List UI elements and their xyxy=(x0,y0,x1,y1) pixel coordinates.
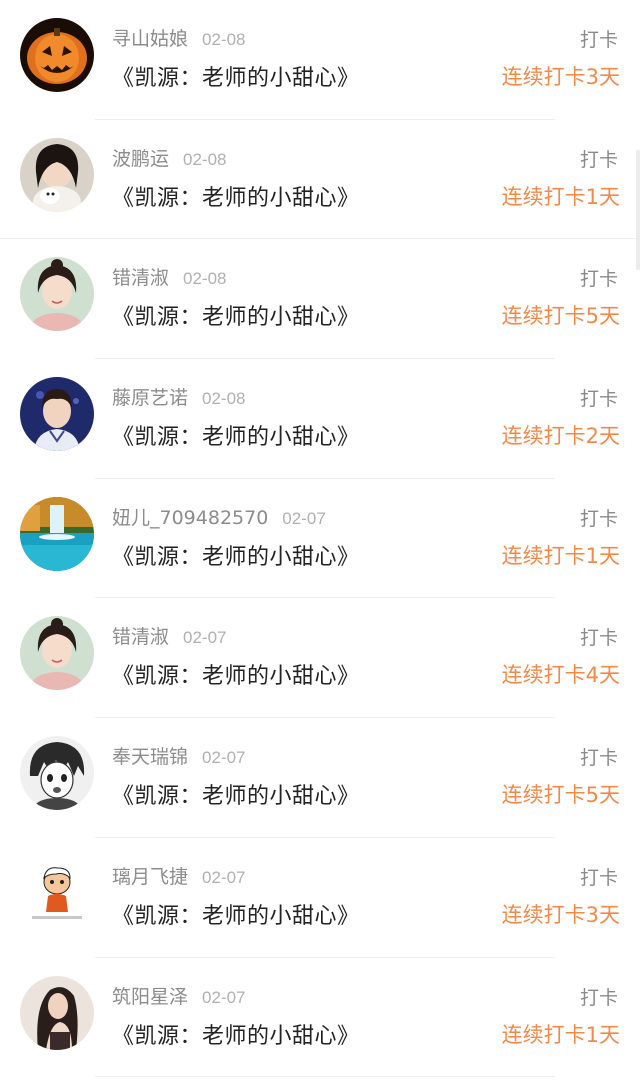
checkin-label: 打卡 xyxy=(579,866,618,889)
post-date: 02-07 xyxy=(202,748,246,768)
streak-badge: 连续打卡3天 xyxy=(501,65,620,89)
post-date: 02-08 xyxy=(183,269,227,289)
streak-badge: 连续打卡1天 xyxy=(501,543,620,568)
list-item[interactable]: 错清淑 02-07 《凯源：老师的小甜心》 打卡 连续打卡4天 xyxy=(0,598,640,718)
checkin-label: 打卡 xyxy=(579,148,618,171)
girl-with-puppy-avatar[interactable] xyxy=(20,137,94,212)
book-title[interactable]: 《凯源：老师的小甜心》 xyxy=(112,898,360,930)
user-name: 奉天瑞锦 02-07 xyxy=(112,746,246,769)
cartoon-figure-avatar[interactable] xyxy=(20,855,94,930)
list-item[interactable]: 错清淑 02-08 《凯源：老师的小甜心》 打卡 连续打卡5天 xyxy=(0,239,640,359)
book-title[interactable]: 《凯源：老师的小甜心》 xyxy=(112,60,360,92)
list-item[interactable]: 筑阳星泽 02-07 《凯源：老师的小甜心》 打卡 连续打卡1天 xyxy=(0,958,640,1078)
list-item[interactable]: 奉天瑞锦 02-07 《凯源：老师的小甜心》 打卡 连续打卡5天 xyxy=(0,718,640,838)
streak-badge: 连续打卡1天 xyxy=(501,184,620,209)
boy-portrait-avatar[interactable] xyxy=(20,377,94,452)
scrollbar[interactable] xyxy=(636,150,640,270)
checkin-label: 打卡 xyxy=(579,388,618,411)
user-name: 妞儿_709482570 02-07 xyxy=(112,506,326,529)
list-item[interactable]: 寻山姑娘 02-08 《凯源：老师的小甜心》 打卡 连续打卡3天 xyxy=(0,0,640,120)
waterfall-lake-avatar[interactable] xyxy=(20,496,94,571)
checkin-label: 打卡 xyxy=(579,29,618,51)
streak-badge: 连续打卡5天 xyxy=(501,783,620,808)
book-title[interactable]: 《凯源：老师的小甜心》 xyxy=(112,419,360,451)
book-title[interactable]: 《凯源：老师的小甜心》 xyxy=(112,1018,360,1050)
list-item[interactable]: 妞儿_709482570 02-07 《凯源：老师的小甜心》 打卡 连续打卡1天 xyxy=(0,479,640,599)
post-date: 02-07 xyxy=(183,628,227,648)
streak-badge: 连续打卡4天 xyxy=(501,663,620,688)
checkin-label: 打卡 xyxy=(579,507,618,530)
streak-badge: 连续打卡2天 xyxy=(501,424,620,449)
checkin-list: 寻山姑娘 02-08 《凯源：老师的小甜心》 打卡 连续打卡3天 波鹏运 02-08… xyxy=(0,0,640,1077)
user-name: 错清淑 02-08 xyxy=(112,267,227,290)
post-date: 02-08 xyxy=(202,389,246,409)
user-name: 筑阳星泽 02-07 xyxy=(112,985,246,1008)
post-date: 02-07 xyxy=(282,508,326,528)
user-name: 波鹏运 02-08 xyxy=(112,147,227,170)
post-date: 02-07 xyxy=(202,867,246,887)
streak-badge: 连续打卡5天 xyxy=(501,304,620,329)
book-title[interactable]: 《凯源：老师的小甜心》 xyxy=(112,539,360,571)
girl-portrait-avatar[interactable] xyxy=(20,257,94,332)
user-name: 藤原艺诺 02-08 xyxy=(112,387,246,410)
streak-badge: 连续打卡3天 xyxy=(501,902,620,927)
user-name: 错清淑 02-07 xyxy=(112,626,227,649)
book-title[interactable]: 《凯源：老师的小甜心》 xyxy=(112,658,360,690)
list-item[interactable]: 藤原艺诺 02-08 《凯源：老师的小甜心》 打卡 连续打卡2天 xyxy=(0,359,640,479)
checkin-label: 打卡 xyxy=(579,627,618,650)
book-title[interactable]: 《凯源：老师的小甜心》 xyxy=(112,778,360,810)
pumpkin-avatar[interactable] xyxy=(20,18,94,92)
book-title[interactable]: 《凯源：老师的小甜心》 xyxy=(112,180,360,212)
girl-portrait-avatar[interactable] xyxy=(20,616,94,691)
post-date: 02-07 xyxy=(202,987,246,1007)
post-date: 02-08 xyxy=(202,30,246,49)
post-date: 02-08 xyxy=(183,149,227,169)
checkin-label: 打卡 xyxy=(579,986,618,1009)
anime-boy-avatar[interactable] xyxy=(20,736,94,811)
user-name: 寻山姑娘 02-08 xyxy=(112,28,246,50)
checkin-label: 打卡 xyxy=(579,747,618,770)
streak-badge: 连续打卡1天 xyxy=(501,1022,620,1047)
list-item[interactable]: 波鹏运 02-08 《凯源：老师的小甜心》 打卡 连续打卡1天 xyxy=(0,120,640,240)
list-item[interactable]: 璃月飞捷 02-07 《凯源：老师的小甜心》 打卡 连续打卡3天 xyxy=(0,838,640,958)
book-title[interactable]: 《凯源：老师的小甜心》 xyxy=(112,299,360,331)
girl-photo-avatar[interactable] xyxy=(20,975,94,1050)
user-name: 璃月飞捷 02-07 xyxy=(112,865,246,888)
checkin-label: 打卡 xyxy=(579,268,618,291)
